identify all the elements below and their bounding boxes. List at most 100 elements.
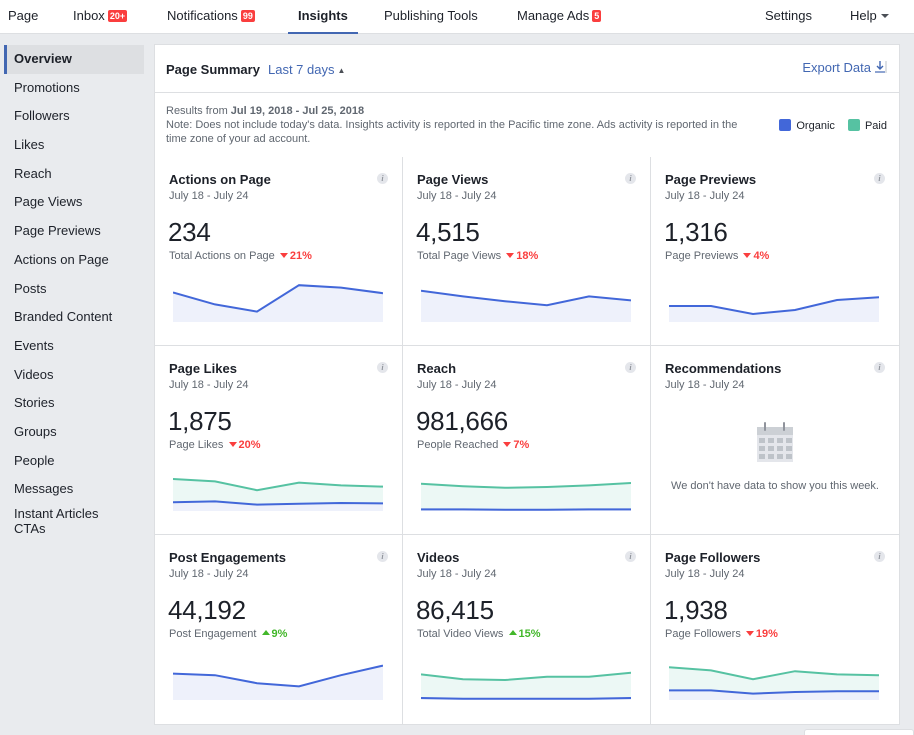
- info-icon[interactable]: i: [377, 173, 388, 184]
- sidebar-item-people[interactable]: People: [4, 447, 144, 476]
- info-icon[interactable]: i: [874, 551, 885, 562]
- metric-value: 1,875: [168, 406, 232, 436]
- metric-card-reach[interactable]: Reach July 18 - July 24 i 981,666 People Rea…: [403, 346, 651, 535]
- metric-subtitle: Total Video Views 15%: [417, 628, 541, 640]
- sidebar-item-instant-articles-ctas[interactable]: Instant Articles CTAs: [4, 504, 104, 538]
- note-text: Results from Jul 19, 2018 - Jul 25, 2018…: [166, 104, 756, 146]
- metric-value: 234: [168, 217, 211, 247]
- nav-tab-manage-ads[interactable]: Manage Ads 5: [517, 0, 602, 34]
- metric-card-videos[interactable]: Videos July 18 - July 24 i 86,415 Total Vide…: [403, 535, 651, 724]
- card-title: Page Previews: [665, 172, 757, 187]
- sidebar-item-overview[interactable]: Overview: [4, 45, 144, 74]
- metric-change: 15%: [508, 628, 541, 640]
- chart-legend: Organic Paid: [769, 119, 887, 133]
- panel-header: Page Summary Last 7 days ▲︎ Export Data: [155, 45, 899, 93]
- metric-card-page-previews[interactable]: Page Previews July 18 - July 24 i 1,316 Page…: [651, 157, 899, 346]
- nav-tab-publishing-tools[interactable]: Publishing Tools: [384, 0, 478, 34]
- card-title: Page Likes: [169, 361, 237, 376]
- metric-subtitle: Page Followers 19%: [665, 628, 778, 640]
- sparkline-chart: [421, 289, 631, 322]
- metric-value: 981,666: [416, 406, 508, 436]
- results-range: Jul 19, 2018 - Jul 25, 2018: [230, 105, 365, 117]
- metric-change: 19%: [745, 628, 778, 640]
- timezone-note: Note: Does not include today's data. Ins…: [166, 119, 738, 145]
- sidebar-item-videos[interactable]: Videos: [4, 361, 144, 390]
- triangle-down-icon: [503, 442, 512, 447]
- sidebar-item-page-views[interactable]: Page Views: [4, 188, 144, 217]
- sidebar-item-reach[interactable]: Reach: [4, 160, 144, 189]
- info-icon[interactable]: i: [874, 362, 885, 373]
- sidebar-item-likes[interactable]: Likes: [4, 131, 144, 160]
- triangle-down-icon: [743, 253, 752, 258]
- sidebar-item-messages[interactable]: Messages: [4, 475, 144, 504]
- info-icon[interactable]: i: [625, 362, 636, 373]
- sparkline-chart: [421, 671, 631, 700]
- metric-label: Page Likes: [169, 439, 224, 451]
- sidebar-item-followers[interactable]: Followers: [4, 102, 144, 131]
- nav-help-menu[interactable]: Help: [850, 0, 889, 34]
- metric-change: 4%: [743, 250, 769, 262]
- metric-subtitle: Total Actions on Page 21%: [169, 250, 312, 262]
- legend-organic: Organic: [779, 119, 835, 132]
- nav-tab-label: Inbox: [73, 8, 105, 23]
- date-range-selector[interactable]: Last 7 days ▲︎: [268, 62, 345, 77]
- sidebar-item-promotions[interactable]: Promotions: [4, 74, 144, 103]
- metric-card-page-followers[interactable]: Page Followers July 18 - July 24 i 1,938 Pag…: [651, 535, 899, 724]
- triangle-down-icon: [228, 442, 237, 447]
- sparkline-chart: [421, 482, 631, 511]
- info-icon[interactable]: i: [625, 173, 636, 184]
- change-percent: 7%: [513, 439, 530, 451]
- metric-value: 86,415: [416, 595, 494, 625]
- card-date-range: July 18 - July 24: [665, 568, 745, 580]
- top-navigation: Page Inbox 20+ Notifications 99 Insights P…: [0, 0, 914, 34]
- nav-tab-label: Insights: [298, 8, 348, 23]
- metric-card-post-engagements[interactable]: Post Engagements July 18 - July 24 i 44,192…: [155, 535, 403, 724]
- card-title: Page Followers: [665, 550, 761, 565]
- sort-updown-icon: ▲︎: [337, 66, 346, 75]
- change-percent: 18%: [516, 250, 539, 262]
- metric-value: 1,938: [664, 595, 728, 625]
- triangle-down-icon: [279, 253, 288, 258]
- metric-card-page-views[interactable]: Page Views July 18 - July 24 i 4,515 Total P…: [403, 157, 651, 346]
- sidebar-item-branded-content[interactable]: Branded Content: [4, 303, 144, 332]
- card-title: Reach: [417, 361, 457, 376]
- nav-tab-insights[interactable]: Insights: [288, 0, 358, 34]
- metric-change: 18%: [506, 250, 538, 262]
- info-icon[interactable]: i: [625, 551, 636, 562]
- nav-tab-page[interactable]: Page: [8, 0, 38, 34]
- info-icon[interactable]: i: [874, 173, 885, 184]
- sidebar-item-groups[interactable]: Groups: [4, 418, 144, 447]
- sparkline-chart: [669, 666, 879, 700]
- legend-paid: Paid: [847, 119, 887, 132]
- info-icon[interactable]: i: [377, 551, 388, 562]
- sidebar-item-page-previews[interactable]: Page Previews: [4, 217, 144, 246]
- change-percent: 9%: [271, 628, 288, 640]
- organic-area: [669, 297, 879, 322]
- nav-tab-settings[interactable]: Settings: [765, 0, 812, 34]
- nav-tab-notifications[interactable]: Notifications 99: [167, 0, 255, 34]
- sidebar-item-actions-on-page[interactable]: Actions on Page: [4, 246, 144, 275]
- metric-change: 9%: [261, 628, 288, 640]
- metric-value: 44,192: [168, 595, 246, 625]
- sidebar-item-posts[interactable]: Posts: [4, 275, 144, 304]
- export-data-button[interactable]: Export Data: [802, 60, 887, 75]
- sparkline-chart: [173, 478, 383, 511]
- metric-subtitle: Page Previews 4%: [665, 250, 769, 262]
- metric-card-actions-on-page[interactable]: Actions on Page July 18 - July 24 i 234 Tota…: [155, 157, 403, 346]
- metric-card-recommendations[interactable]: Recommendations July 18 - July 24 i We don…: [651, 346, 899, 535]
- sidebar-item-stories[interactable]: Stories: [4, 389, 144, 418]
- nav-tab-inbox[interactable]: Inbox 20+: [73, 0, 128, 34]
- change-percent: 21%: [289, 250, 312, 262]
- card-title: Actions on Page: [169, 172, 271, 187]
- change-percent: 4%: [753, 250, 770, 262]
- paid-swatch: [847, 119, 860, 131]
- notifications-badge: 99: [240, 10, 255, 22]
- metric-label: Total Video Views: [417, 628, 504, 640]
- card-title: Videos: [417, 550, 460, 565]
- nav-tab-label: Help: [850, 8, 877, 23]
- sidebar-item-events[interactable]: Events: [4, 332, 144, 361]
- info-icon[interactable]: i: [377, 362, 388, 373]
- metric-card-page-likes[interactable]: Page Likes July 18 - July 24 i 1,875 Page Li…: [155, 346, 403, 535]
- download-icon: [875, 61, 887, 73]
- triangle-down-icon: [745, 631, 754, 636]
